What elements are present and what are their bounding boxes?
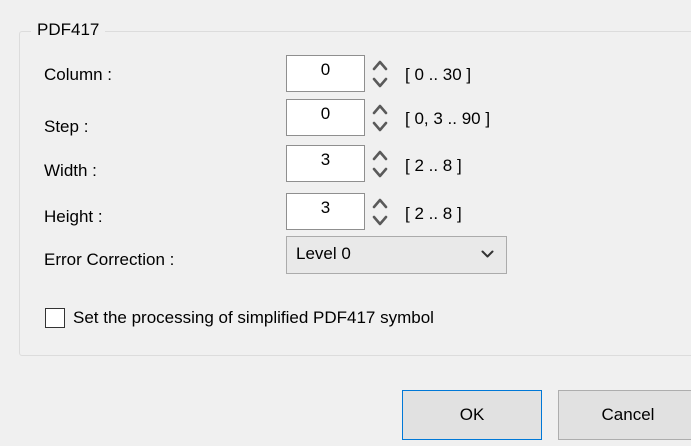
width-range: [ 2 .. 8 ] (405, 156, 462, 175)
width-spinner-icon[interactable] (371, 147, 389, 181)
cancel-button[interactable]: Cancel (558, 390, 691, 440)
step-spinner-icon[interactable] (371, 101, 389, 135)
pdf417-settings-dialog: PDF417 Column : [ 0 .. 30 ] Step : [ 0, … (0, 0, 691, 446)
height-input[interactable] (286, 193, 365, 230)
column-label: Column : (44, 65, 113, 84)
error-correction-select[interactable]: Level 0 (286, 236, 507, 274)
simplified-pdf417-checkbox[interactable] (45, 308, 65, 328)
chevron-down-icon (481, 250, 494, 258)
step-input[interactable] (286, 99, 365, 136)
height-range: [ 2 .. 8 ] (405, 204, 462, 223)
width-input[interactable] (286, 145, 365, 182)
step-range: [ 0, 3 .. 90 ] (405, 109, 491, 128)
simplified-pdf417-label[interactable]: Set the processing of simplified PDF417 … (73, 307, 434, 329)
height-spinner-icon[interactable] (371, 195, 389, 229)
width-label: Width : (44, 161, 97, 180)
ok-button[interactable]: OK (402, 390, 542, 440)
height-label: Height : (44, 207, 103, 226)
groupbox-title: PDF417 (31, 19, 106, 41)
column-range: [ 0 .. 30 ] (405, 65, 472, 84)
error-correction-value: Level 0 (296, 244, 351, 263)
column-spinner-icon[interactable] (371, 57, 389, 91)
error-correction-label: Error Correction : (44, 250, 175, 269)
step-label: Step : (44, 117, 89, 136)
column-input[interactable] (286, 55, 365, 92)
